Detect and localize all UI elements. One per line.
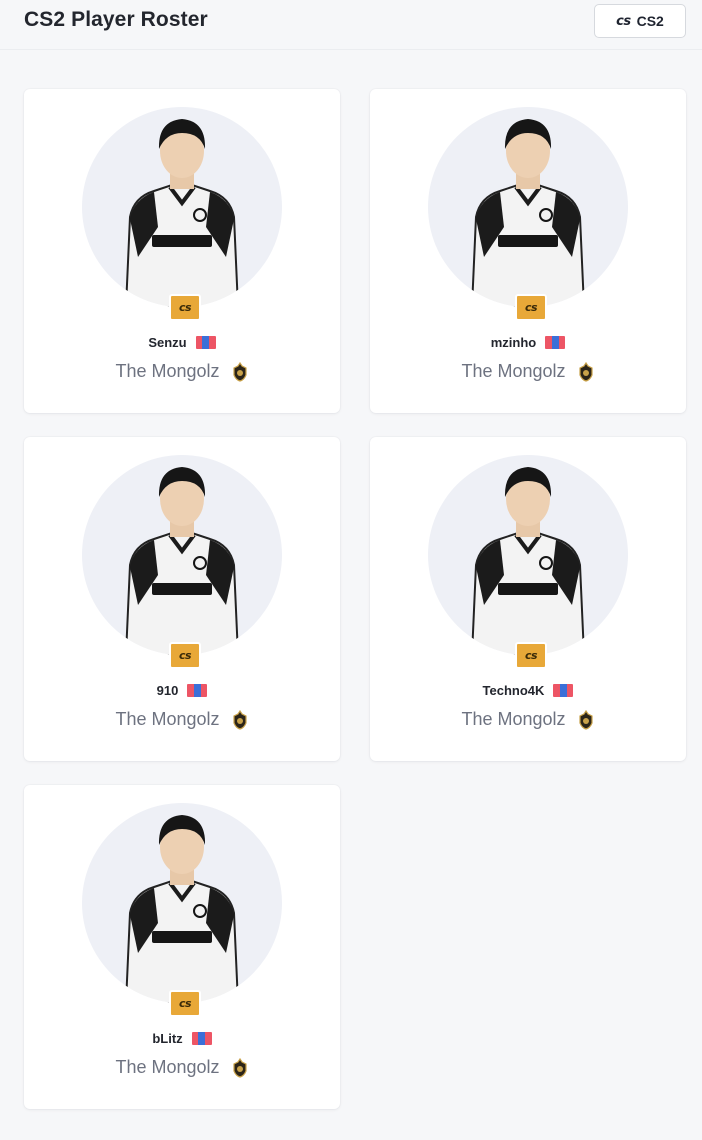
- player-card[interactable]: cs 910 The Mongolz: [24, 437, 340, 761]
- player-figure-icon: [470, 119, 586, 307]
- team-row: The Mongolz: [24, 1057, 340, 1078]
- player-photo: [428, 455, 628, 655]
- player-name[interactable]: mzinho: [491, 335, 537, 350]
- page-title: CS2 Player Roster: [24, 8, 208, 31]
- team-logo-icon: [231, 361, 249, 382]
- page-header: CS2 Player Roster cs CS2: [0, 0, 702, 50]
- cs2-game-badge-icon: cs: [515, 642, 547, 669]
- player-figure-icon: [124, 119, 240, 307]
- badge-logo-text: cs: [178, 301, 192, 314]
- team-row: The Mongolz: [24, 361, 340, 382]
- player-card[interactable]: cs Senzu The Mongolz: [24, 89, 340, 413]
- team-name[interactable]: The Mongolz: [115, 361, 219, 382]
- team-logo-icon: [577, 361, 595, 382]
- cs2-game-badge-icon: cs: [169, 294, 201, 321]
- team-logo-icon: [231, 1057, 249, 1078]
- avatar: cs: [82, 107, 282, 321]
- player-name-row: mzinho: [370, 335, 686, 350]
- mongolia-flag-icon: [553, 684, 574, 697]
- player-photo: [82, 455, 282, 655]
- avatar: cs: [428, 455, 628, 669]
- team-logo-icon: [577, 709, 595, 730]
- player-name-row: Techno4K: [370, 683, 686, 698]
- player-photo: [428, 107, 628, 307]
- avatar: cs: [82, 455, 282, 669]
- team-name[interactable]: The Mongolz: [461, 361, 565, 382]
- player-figure-icon: [124, 467, 240, 655]
- game-filter-button[interactable]: cs CS2: [594, 4, 686, 38]
- player-figure-icon: [124, 815, 240, 1003]
- badge-logo-text: cs: [178, 649, 192, 662]
- mongolia-flag-icon: [187, 684, 208, 697]
- team-name[interactable]: The Mongolz: [115, 1057, 219, 1078]
- player-card[interactable]: cs Techno4K The Mongolz: [370, 437, 686, 761]
- team-logo-icon: [231, 709, 249, 730]
- player-name-row: Senzu: [24, 335, 340, 350]
- badge-logo-text: cs: [178, 997, 192, 1010]
- player-name-row: 910: [24, 683, 340, 698]
- player-name[interactable]: bLitz: [152, 1031, 182, 1046]
- badge-logo-text: cs: [524, 301, 538, 314]
- player-photo: [82, 803, 282, 1003]
- player-grid: cs Senzu The Mongolz cs mzinho The Mongo…: [24, 89, 686, 1109]
- badge-logo-text: cs: [524, 649, 538, 662]
- mongolia-flag-icon: [191, 1032, 212, 1045]
- team-row: The Mongolz: [370, 709, 686, 730]
- team-name[interactable]: The Mongolz: [461, 709, 565, 730]
- game-filter-label: CS2: [636, 13, 664, 29]
- player-name-row: bLitz: [24, 1031, 340, 1046]
- avatar: cs: [82, 803, 282, 1017]
- cs2-game-badge-icon: cs: [169, 642, 201, 669]
- player-photo: [82, 107, 282, 307]
- team-row: The Mongolz: [24, 709, 340, 730]
- team-row: The Mongolz: [370, 361, 686, 382]
- cs2-game-badge-icon: cs: [515, 294, 547, 321]
- cs2-game-badge-icon: cs: [169, 990, 201, 1017]
- mongolia-flag-icon: [195, 336, 216, 349]
- player-name[interactable]: 910: [157, 683, 179, 698]
- team-name[interactable]: The Mongolz: [115, 709, 219, 730]
- player-card[interactable]: cs bLitz The Mongolz: [24, 785, 340, 1109]
- mongolia-flag-icon: [545, 336, 566, 349]
- cs2-logo-icon: cs: [616, 13, 631, 29]
- avatar: cs: [428, 107, 628, 321]
- player-card[interactable]: cs mzinho The Mongolz: [370, 89, 686, 413]
- player-name[interactable]: Techno4K: [483, 683, 545, 698]
- player-name[interactable]: Senzu: [148, 335, 186, 350]
- player-figure-icon: [470, 467, 586, 655]
